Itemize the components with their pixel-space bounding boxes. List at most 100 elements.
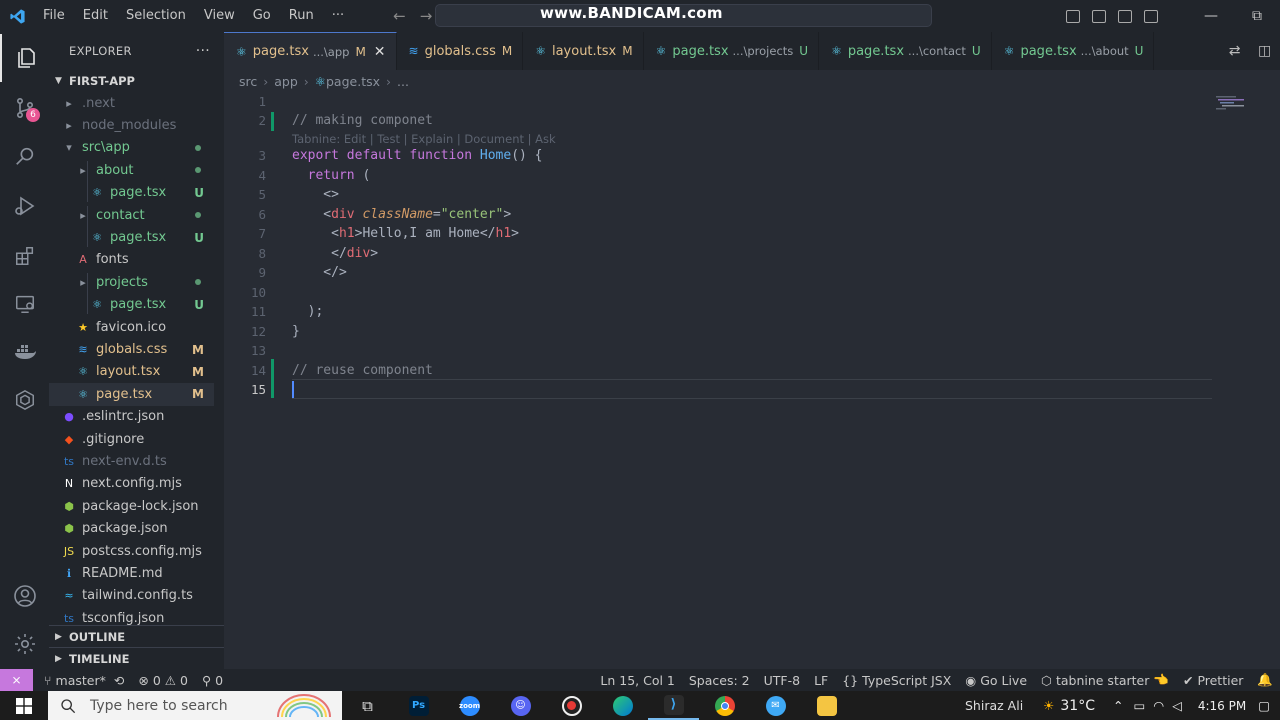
branch-indicator[interactable]: ⑂ master* ⟲ [37, 673, 131, 688]
customize-layout-icon[interactable] [1144, 9, 1158, 23]
minimize-button[interactable]: — [1188, 8, 1234, 24]
notifications-bell-icon[interactable]: 🔔 [1250, 672, 1280, 688]
photoshop-icon[interactable]: Ps [393, 691, 444, 720]
editor-tab[interactable]: ⚛ layout.tsx M [523, 32, 644, 70]
vscode-logo-icon[interactable] [0, 0, 34, 32]
tree-item[interactable]: ℹ README.md [49, 562, 214, 584]
bandicam-record-icon[interactable] [546, 691, 597, 720]
cursor-position[interactable]: Ln 15, Col 1 [593, 673, 682, 688]
source-control-icon[interactable]: 6 [0, 84, 49, 132]
temperature[interactable]: 31°C [1060, 698, 1095, 714]
prettier-status[interactable]: ✔ Prettier [1176, 673, 1250, 688]
tree-item[interactable]: ▸ contact [49, 204, 214, 226]
tree-item[interactable]: ⚛ page.tsx U [49, 226, 214, 248]
discord-icon[interactable]: ☺ [495, 691, 546, 720]
settings-gear-icon[interactable] [0, 620, 49, 668]
tree-item[interactable]: ⚛ page.tsx U [49, 182, 214, 204]
encoding[interactable]: UTF-8 [757, 673, 807, 688]
toggle-secondary-sidebar-icon[interactable] [1118, 9, 1132, 23]
clock[interactable]: 4:16 PM [1186, 699, 1258, 713]
tabnine-status[interactable]: ⬡ tabnine starter 👈 [1034, 672, 1176, 688]
tree-item[interactable]: ts next-env.d.ts [49, 450, 214, 472]
tree-item[interactable]: ◆ .gitignore [49, 428, 214, 450]
remote-explorer-icon[interactable] [0, 280, 49, 328]
tree-item[interactable]: ⬢ package-lock.json [49, 495, 214, 517]
timeline-section[interactable]: ▶ TIMELINE [49, 647, 224, 669]
tree-item[interactable]: ≈ tailwind.config.ts [49, 585, 214, 607]
run-debug-icon[interactable] [0, 182, 49, 230]
editor-tab[interactable]: ⚛ page.tsx ...\projects U [643, 32, 820, 70]
menu-item-6[interactable]: ··· [323, 0, 353, 32]
tree-item[interactable]: ▾ src\app [49, 137, 214, 159]
edge-icon[interactable] [597, 691, 648, 720]
wifi-icon[interactable]: ◠ [1153, 698, 1164, 713]
split-editor-icon[interactable]: ◫ [1258, 43, 1271, 59]
tray-chevron-up-icon[interactable]: ⌃ [1113, 698, 1123, 713]
messenger-icon[interactable]: ✉ [750, 691, 801, 720]
ports-indicator[interactable]: ⚲ 0 [195, 673, 230, 688]
menu-item-1[interactable]: Edit [74, 0, 117, 32]
tree-item[interactable]: ≋ globals.css M [49, 338, 214, 360]
task-view-icon[interactable]: ⧉ [342, 691, 393, 720]
tabnine-icon[interactable] [0, 376, 49, 424]
tree-item[interactable]: JS postcss.config.mjs [49, 540, 214, 562]
editor-tab[interactable]: ⚛ page.tsx ...\about U [991, 32, 1155, 70]
breadcrumb-item[interactable]: src [239, 74, 257, 89]
close-tab-icon[interactable]: ✕ [374, 44, 386, 60]
problems-indicator[interactable]: ⊗ 0 ⚠ 0 [131, 673, 195, 688]
menu-item-0[interactable]: File [34, 0, 74, 32]
tree-item[interactable]: ▸ node_modules [49, 114, 214, 136]
tabnine-codelens[interactable]: Tabnine: Edit | Test | Explain | Documen… [292, 132, 556, 146]
minimap[interactable] [1212, 92, 1252, 122]
tree-item[interactable]: ● .eslintrc.json [49, 406, 214, 428]
windows-start-icon[interactable] [0, 691, 48, 720]
chrome-icon[interactable] [699, 691, 750, 720]
more-actions-icon[interactable]: ··· [196, 43, 210, 59]
menu-item-2[interactable]: Selection [117, 0, 195, 32]
tree-item[interactable]: ★ favicon.ico [49, 316, 214, 338]
editor-tab[interactable]: ⚛ page.tsx ...\app M ✕ [224, 32, 397, 70]
tree-item[interactable]: ⚛ page.tsx M [49, 383, 214, 406]
taskbar-search-box[interactable]: Type here to search [48, 691, 342, 720]
notification-center-icon[interactable]: ▢ [1258, 698, 1270, 713]
docker-icon[interactable] [0, 328, 49, 376]
menu-item-4[interactable]: Go [244, 0, 280, 32]
user-name[interactable]: Shiraz Ali [965, 698, 1023, 713]
compare-changes-icon[interactable]: ⇄ [1229, 43, 1241, 59]
tree-item[interactable]: ⚛ page.tsx U [49, 294, 214, 316]
tree-item[interactable]: Nnext.config.mjs [49, 473, 214, 495]
volume-icon[interactable]: ◁ [1172, 698, 1182, 713]
back-arrow-icon[interactable]: ← [393, 7, 406, 25]
file-explorer-icon[interactable] [801, 691, 852, 720]
breadcrumb-item[interactable]: ... [397, 74, 409, 89]
tree-item[interactable]: ▸ .next [49, 92, 214, 114]
zoom-icon[interactable]: zoom [444, 691, 495, 720]
search-icon[interactable] [0, 132, 49, 180]
outline-section[interactable]: ▶ OUTLINE [49, 625, 224, 647]
breadcrumb-item[interactable]: page.tsx [326, 74, 380, 89]
go-live-button[interactable]: ◉ Go Live [958, 673, 1034, 688]
explorer-icon[interactable] [0, 34, 49, 82]
tree-item[interactable]: ⬢ package.json [49, 518, 214, 540]
forward-arrow-icon[interactable]: → [420, 7, 433, 25]
language-mode[interactable]: {} TypeScript JSX [835, 673, 958, 688]
toggle-primary-sidebar-icon[interactable] [1066, 9, 1080, 23]
code-editor[interactable]: Tabnine: Edit | Test | Explain | Documen… [224, 92, 1280, 669]
menu-item-3[interactable]: View [195, 0, 244, 32]
breadcrumb-item[interactable]: app [274, 74, 298, 89]
menu-item-5[interactable]: Run [280, 0, 323, 32]
tree-item[interactable]: ▸ about [49, 159, 214, 181]
battery-icon[interactable]: ▭ [1133, 698, 1145, 713]
editor-tab[interactable]: ⚛ page.tsx ...\contact U [819, 32, 992, 70]
vscode-taskbar-icon[interactable]: ⟩ [648, 691, 699, 720]
indentation[interactable]: Spaces: 2 [682, 673, 757, 688]
tree-item[interactable]: ▸ projects [49, 271, 214, 293]
toggle-panel-icon[interactable] [1092, 9, 1106, 23]
end-of-line[interactable]: LF [807, 673, 835, 688]
account-icon[interactable] [0, 572, 49, 620]
tree-item[interactable]: ⚛ layout.tsx M [49, 361, 214, 383]
editor-tab[interactable]: ≋ globals.css M [396, 32, 524, 70]
tree-item[interactable]: Afonts [49, 249, 214, 271]
extensions-icon[interactable] [0, 232, 49, 280]
project-folder-header[interactable]: ▼ FIRST-APP [49, 70, 224, 92]
